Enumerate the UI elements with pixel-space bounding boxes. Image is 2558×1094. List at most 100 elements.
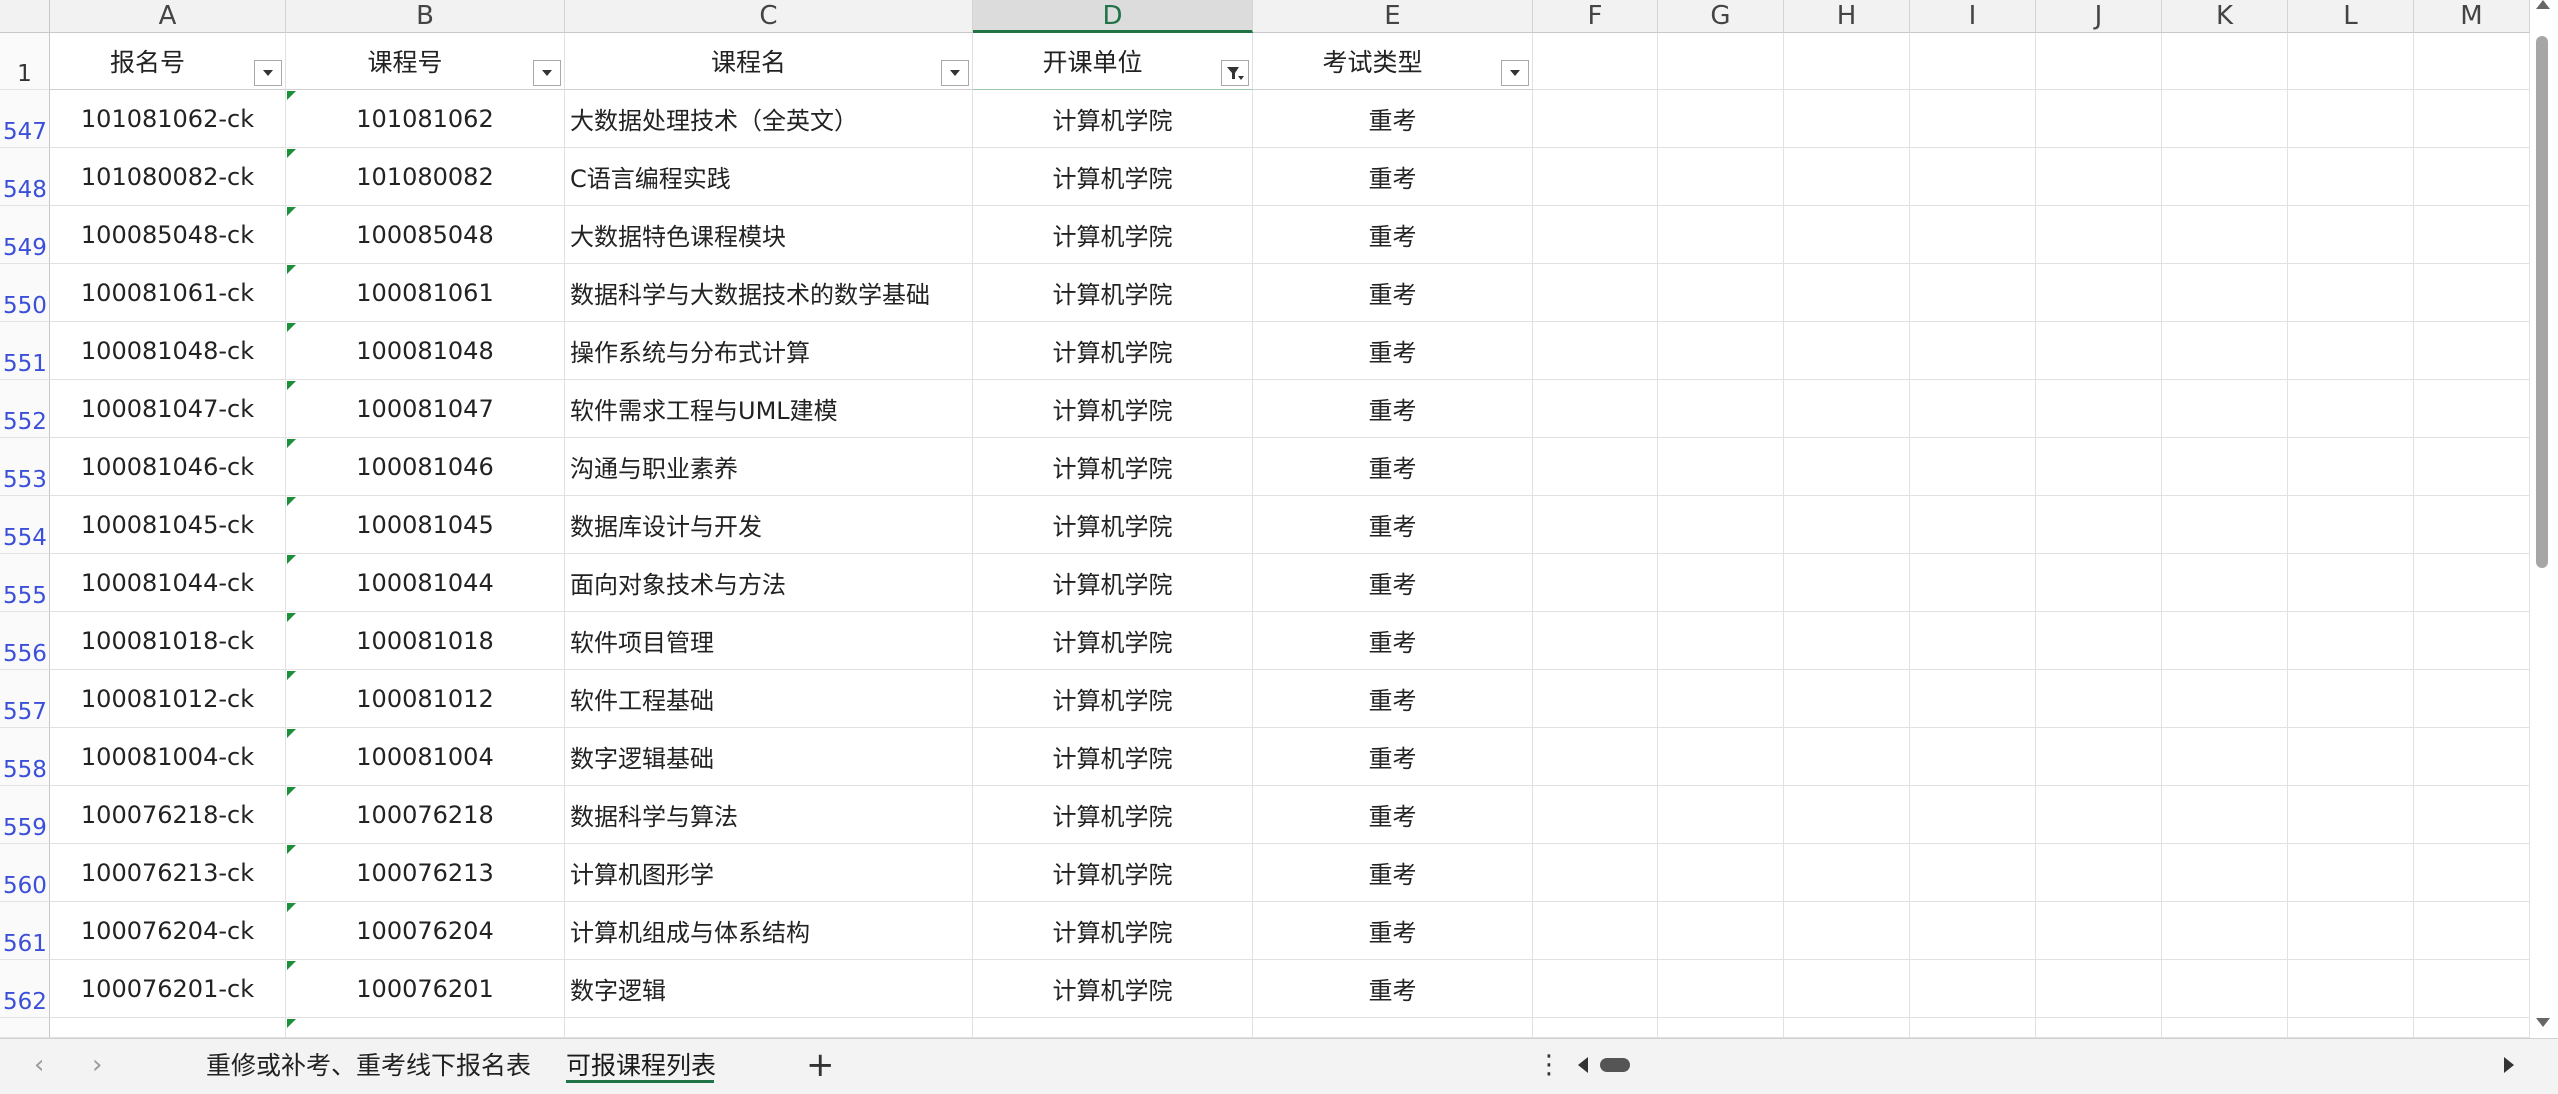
- empty-cell[interactable]: [2162, 844, 2288, 902]
- empty-cell[interactable]: [1533, 264, 1658, 322]
- spreadsheet-grid[interactable]: A B C D E F G H I J K L M 1 报名号 课程号 课程名 开课单位 考试类型 547 101081…: [0, 0, 2558, 1093]
- exam-type-cell[interactable]: 重考: [1253, 728, 1533, 786]
- column-header-d[interactable]: D: [973, 0, 1253, 33]
- course-name-cell[interactable]: 计算机图形学: [565, 844, 973, 902]
- empty-cell[interactable]: [2288, 902, 2414, 960]
- empty-cell[interactable]: [2414, 844, 2530, 902]
- empty-cell[interactable]: [2414, 438, 2530, 496]
- course-name-cell[interactable]: 软件需求工程与UML建模: [565, 380, 973, 438]
- row-number[interactable]: 1: [0, 33, 50, 90]
- empty-cell[interactable]: [2288, 33, 2414, 90]
- reg-no-cell[interactable]: 100081018-ck: [50, 612, 286, 670]
- empty-cell[interactable]: [2288, 960, 2414, 1018]
- reg-no-cell[interactable]: 101081062-ck: [50, 90, 286, 148]
- empty-cell[interactable]: [2414, 902, 2530, 960]
- empty-cell[interactable]: [2162, 670, 2288, 728]
- unit-cell[interactable]: 计算机学院: [973, 322, 1253, 380]
- row-number[interactable]: 548: [0, 148, 50, 206]
- empty-cell[interactable]: [1533, 902, 1658, 960]
- sheet-tab-signup[interactable]: 重修或补考、重考线下报名表: [206, 1046, 531, 1086]
- empty-cell[interactable]: [1658, 612, 1784, 670]
- empty-cell[interactable]: [2036, 380, 2162, 438]
- reg-no-cell[interactable]: 100081061-ck: [50, 264, 286, 322]
- empty-cell[interactable]: [2414, 1018, 2530, 1038]
- empty-cell[interactable]: [2414, 554, 2530, 612]
- empty-cell[interactable]: [2288, 844, 2414, 902]
- empty-cell[interactable]: [2162, 786, 2288, 844]
- reg-no-cell[interactable]: 100076213-ck: [50, 844, 286, 902]
- reg-no-cell[interactable]: 100076201-ck: [50, 960, 286, 1018]
- empty-cell[interactable]: [1784, 148, 1910, 206]
- empty-cell[interactable]: [1533, 496, 1658, 554]
- course-no-cell[interactable]: 100076213: [286, 844, 565, 902]
- empty-cell[interactable]: [1910, 902, 2036, 960]
- course-no-cell[interactable]: 100081047: [286, 380, 565, 438]
- reg-no-cell[interactable]: 100085048-ck: [50, 206, 286, 264]
- column-header-e[interactable]: E: [1253, 0, 1533, 33]
- empty-cell[interactable]: [1533, 786, 1658, 844]
- unit-cell[interactable]: 计算机学院: [973, 264, 1253, 322]
- empty-cell[interactable]: [2288, 670, 2414, 728]
- empty-cell[interactable]: [1910, 612, 2036, 670]
- empty-cell[interactable]: [1533, 148, 1658, 206]
- empty-cell[interactable]: [1910, 148, 2036, 206]
- empty-cell[interactable]: [1784, 380, 1910, 438]
- empty-cell[interactable]: [2414, 496, 2530, 554]
- empty-cell[interactable]: [2036, 322, 2162, 380]
- row-number[interactable]: 556: [0, 612, 50, 670]
- empty-cell[interactable]: [1784, 264, 1910, 322]
- row-number[interactable]: 552: [0, 380, 50, 438]
- empty-cell[interactable]: [2036, 264, 2162, 322]
- empty-cell[interactable]: [1784, 90, 1910, 148]
- column-header-a[interactable]: A: [50, 0, 286, 33]
- empty-cell[interactable]: [1784, 902, 1910, 960]
- unit-cell[interactable]: 计算机学院: [973, 960, 1253, 1018]
- empty-cell[interactable]: [973, 1018, 1253, 1038]
- empty-cell[interactable]: [1658, 844, 1784, 902]
- filter-active-icon[interactable]: [1221, 60, 1249, 86]
- empty-cell[interactable]: [1533, 438, 1658, 496]
- scroll-left-icon[interactable]: [1578, 1057, 1588, 1073]
- empty-cell[interactable]: [1658, 786, 1784, 844]
- course-name-cell[interactable]: 沟通与职业素养: [565, 438, 973, 496]
- course-name-cell[interactable]: 面向对象技术与方法: [565, 554, 973, 612]
- empty-cell[interactable]: [1784, 960, 1910, 1018]
- empty-cell[interactable]: [1658, 960, 1784, 1018]
- exam-type-cell[interactable]: 重考: [1253, 844, 1533, 902]
- filter-dropdown-icon[interactable]: [533, 60, 561, 86]
- row-number[interactable]: 547: [0, 90, 50, 148]
- course-name-cell[interactable]: 操作系统与分布式计算: [565, 322, 973, 380]
- empty-cell[interactable]: [1658, 496, 1784, 554]
- empty-cell[interactable]: [1658, 438, 1784, 496]
- column-header-j[interactable]: J: [2036, 0, 2162, 33]
- column-header-c[interactable]: C: [565, 0, 973, 33]
- scroll-down-icon[interactable]: [2536, 1018, 2550, 1027]
- empty-cell[interactable]: [2162, 264, 2288, 322]
- empty-cell[interactable]: [2414, 786, 2530, 844]
- empty-cell[interactable]: [1658, 322, 1784, 380]
- empty-cell[interactable]: [2288, 264, 2414, 322]
- exam-type-cell[interactable]: 重考: [1253, 554, 1533, 612]
- empty-cell[interactable]: [2414, 148, 2530, 206]
- empty-cell[interactable]: [1910, 786, 2036, 844]
- course-no-cell[interactable]: 100081004: [286, 728, 565, 786]
- exam-type-cell[interactable]: 重考: [1253, 960, 1533, 1018]
- reg-no-cell[interactable]: 100081048-ck: [50, 322, 286, 380]
- unit-cell[interactable]: 计算机学院: [973, 438, 1253, 496]
- course-name-cell[interactable]: C语言编程实践: [565, 148, 973, 206]
- column-header-g[interactable]: G: [1658, 0, 1784, 33]
- empty-cell[interactable]: [1658, 206, 1784, 264]
- empty-cell[interactable]: [2414, 960, 2530, 1018]
- empty-cell[interactable]: [1533, 670, 1658, 728]
- exam-type-cell[interactable]: 重考: [1253, 206, 1533, 264]
- column-header-b[interactable]: B: [286, 0, 565, 33]
- empty-cell[interactable]: [1784, 844, 1910, 902]
- empty-cell[interactable]: [1910, 844, 2036, 902]
- course-name-cell[interactable]: 数据科学与算法: [565, 786, 973, 844]
- empty-cell[interactable]: [2414, 612, 2530, 670]
- empty-cell[interactable]: [1910, 960, 2036, 1018]
- course-no-cell[interactable]: 100076201: [286, 960, 565, 1018]
- unit-cell[interactable]: 计算机学院: [973, 612, 1253, 670]
- chevron-right-icon[interactable]: ›: [92, 1052, 102, 1078]
- row-number[interactable]: 549: [0, 206, 50, 264]
